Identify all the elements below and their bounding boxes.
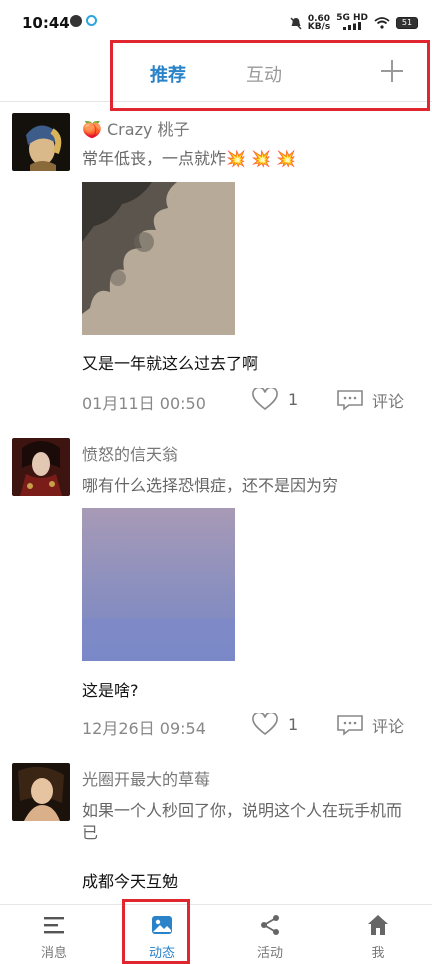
comment-label: 评论 <box>372 392 405 411</box>
network-speed: 0.60 KB/s <box>307 15 331 32</box>
like-count: 1 <box>288 390 299 409</box>
highlight-box-top <box>110 40 430 111</box>
heart-icon <box>252 388 278 411</box>
like-count: 1 <box>288 715 299 734</box>
share-icon <box>261 915 279 935</box>
post-text: 常年低丧，一点就炸💥 💥 💥 <box>82 149 296 168</box>
status-bar: 10:44 0.60 KB/s 5G HD 51 <box>0 0 432 44</box>
post-caption: 又是一年就这么过去了啊 <box>82 354 259 373</box>
username[interactable]: 🍑 Crazy 桃子 <box>82 116 190 140</box>
nav-activity[interactable]: 活动 <box>216 905 324 964</box>
post-date: 01月11日 00:50 <box>82 394 206 413</box>
home-icon <box>368 915 388 935</box>
wifi-icon <box>374 17 390 29</box>
signal-group: 5G HD <box>336 14 368 32</box>
nav-me[interactable]: 我 <box>324 905 432 964</box>
post-image[interactable] <box>82 508 235 661</box>
username[interactable]: 光圈开最大的草莓 <box>82 766 210 790</box>
post-text: 哪有什么选择恐惧症，还不是因为穷 <box>82 476 339 495</box>
nav-messages-label: 消息 <box>40 946 67 961</box>
nav-activity-label: 活动 <box>256 946 283 961</box>
network-type: 5G HD <box>336 13 368 23</box>
post-text: 如果一个人秒回了你，说明这个人在玩手机而已 <box>82 801 403 842</box>
comment-button[interactable]: 评论 <box>336 713 404 737</box>
post-date: 12月26日 09:54 <box>82 719 206 738</box>
comment-icon <box>337 390 363 411</box>
like-button[interactable]: 1 <box>252 713 298 736</box>
speed-unit: KB/s <box>307 22 331 32</box>
status-right: 0.60 KB/s 5G HD 51 <box>290 14 418 32</box>
avatar[interactable] <box>12 438 70 496</box>
highlight-box-bottom <box>122 899 190 964</box>
comment-button[interactable]: 评论 <box>336 388 404 412</box>
comment-label: 评论 <box>372 717 405 736</box>
like-button[interactable]: 1 <box>252 388 298 411</box>
signal-icon <box>343 22 362 30</box>
post-caption: 成都今天互勉 <box>82 872 179 891</box>
status-time: 10:44 <box>22 14 70 32</box>
username[interactable]: 愤怒的信天翁 <box>82 441 178 465</box>
status-notification-icons <box>70 15 97 27</box>
chat-icon <box>70 15 82 27</box>
nav-me-label: 我 <box>371 946 385 961</box>
post-caption: 这是啥? <box>82 681 139 700</box>
nav-messages[interactable]: 消息 <box>0 905 108 964</box>
avatar[interactable] <box>12 113 70 171</box>
heart-icon <box>252 713 278 736</box>
post-image[interactable] <box>82 182 235 335</box>
messages-icon <box>44 917 64 934</box>
avatar[interactable] <box>12 763 70 821</box>
bottom-nav: 消息 动态 活动 我 <box>0 904 432 964</box>
comment-icon <box>337 715 363 736</box>
battery-icon: 51 <box>396 17 418 29</box>
mute-bell-icon <box>290 17 302 29</box>
app-ring-icon <box>86 15 97 26</box>
